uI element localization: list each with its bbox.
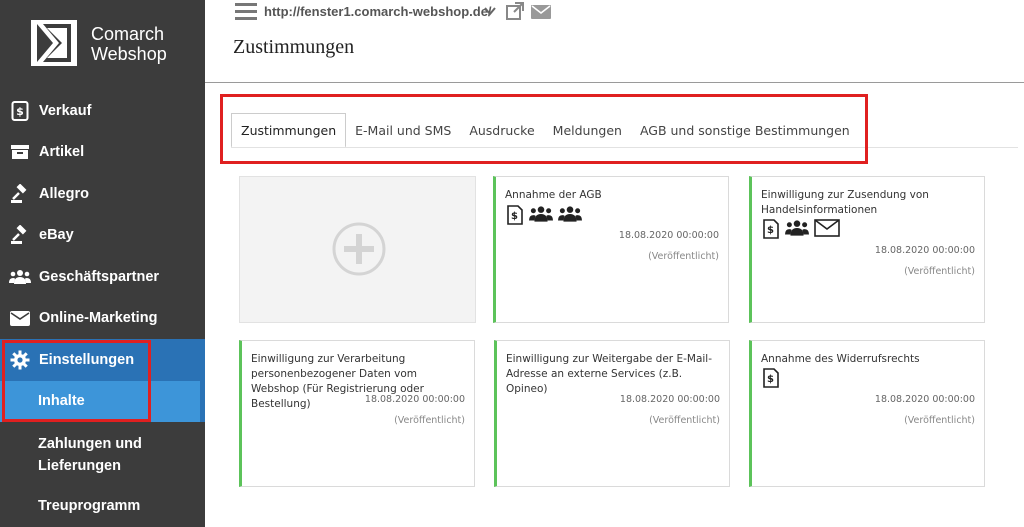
consent-card-icons: $	[762, 368, 780, 388]
comarch-logo-icon	[31, 20, 77, 66]
page-title: Zustimmungen	[233, 36, 355, 58]
sidebar-subitem-label: Inhalte	[38, 393, 85, 410]
document-icon: $	[507, 205, 523, 225]
sidebar-item-label: Allegro	[39, 185, 89, 202]
tab-ausdrucke[interactable]: Ausdrucke	[460, 113, 543, 148]
sidebar-nav: $ Verkauf Artikel Allegro eBay Geschäfts…	[0, 90, 205, 526]
consent-card-title: Einwilligung zur Weitergabe der E-Mail-A…	[506, 353, 712, 395]
consent-card[interactable]: Einwilligung zur Weitergabe der E-Mail-A…	[494, 340, 730, 487]
consent-card[interactable]: Einwilligung zur Zusendung von Handelsin…	[749, 176, 985, 323]
consent-card-status: (Veröffentlicht)	[904, 415, 975, 426]
consent-card-status: (Veröffentlicht)	[904, 266, 975, 277]
sidebar-subitem-label: Treuprogramm	[38, 497, 141, 514]
consent-card-date: 18.08.2020 00:00:00	[364, 394, 465, 405]
tab-meldungen[interactable]: Meldungen	[544, 113, 631, 148]
consent-card-date: 18.08.2020 00:00:00	[618, 230, 719, 241]
consent-card[interactable]: Annahme der AGB $ 18.08.2020 00:00:00 (V…	[493, 176, 729, 323]
gavel-icon	[9, 224, 31, 246]
tab-zustimmungen[interactable]: Zustimmungen	[231, 113, 347, 148]
consent-card-date: 18.08.2020 00:00:00	[874, 394, 975, 405]
svg-text:$: $	[767, 225, 774, 236]
document-icon: $	[763, 219, 779, 239]
logo-text: Comarch Webshop	[91, 24, 167, 64]
users-icon	[558, 206, 582, 222]
sidebar-item-einstellungen[interactable]: Einstellungen	[0, 339, 205, 381]
header: http://fenster1.comarch-webshop.de/ Zust…	[205, 0, 1024, 83]
sidebar-item-artikel[interactable]: Artikel	[0, 132, 205, 174]
sidebar-subitem-zahlungen[interactable]: Zahlungen und Lieferungen	[0, 422, 205, 485]
gear-icon	[9, 349, 31, 371]
consent-card-title: Einwilligung zur Zusendung von Handelsin…	[761, 189, 929, 216]
consent-card-title: Annahme der AGB	[505, 189, 602, 201]
consent-card-icons: $	[762, 219, 840, 239]
consent-card[interactable]: Annahme des Widerrufsrechts $ 18.08.2020…	[749, 340, 985, 487]
sidebar-item-ebay[interactable]: eBay	[0, 215, 205, 257]
consent-card-icons: $	[506, 205, 582, 225]
logo[interactable]: Comarch Webshop	[0, 0, 205, 88]
tab-bar: Zustimmungen E-Mail und SMS Ausdrucke Me…	[231, 113, 859, 148]
logo-line1: Comarch	[91, 24, 165, 44]
consent-card-status: (Veröffentlicht)	[648, 251, 719, 262]
sidebar-item-label: Geschäftspartner	[39, 268, 160, 285]
chevron-down-icon[interactable]	[483, 4, 497, 18]
sidebar-item-online-marketing[interactable]: Online-Marketing	[0, 298, 205, 340]
sidebar-item-label: Online-Marketing	[39, 310, 158, 327]
sidebar-item-geschaeftspartner[interactable]: Geschäftspartner	[0, 256, 205, 298]
sidebar-item-label: Verkauf	[39, 102, 92, 119]
hamburger-menu-icon[interactable]	[235, 3, 257, 21]
sidebar-subitem-treuprogramm[interactable]: Treuprogramm	[0, 485, 205, 526]
envelope-icon[interactable]	[531, 4, 551, 20]
sidebar-active-edge	[200, 340, 205, 422]
sidebar-item-label: Einstellungen	[39, 351, 135, 368]
users-icon	[9, 266, 31, 288]
svg-text:$: $	[16, 105, 24, 118]
tab-divider	[231, 147, 1018, 148]
sidebar-subitem-inhalte[interactable]: Inhalte	[0, 380, 205, 422]
envelope-icon	[814, 219, 840, 237]
sidebar-item-allegro[interactable]: Allegro	[0, 173, 205, 215]
svg-text:$: $	[767, 374, 774, 385]
plus-circle-icon	[332, 222, 386, 276]
users-icon	[785, 220, 809, 236]
invoice-icon: $	[9, 100, 31, 122]
consent-card-date: 18.08.2020 00:00:00	[619, 394, 720, 405]
external-link-icon[interactable]	[506, 2, 524, 20]
tab-agb[interactable]: AGB und sonstige Bestimmungen	[631, 113, 859, 148]
consent-card[interactable]: Einwilligung zur Verarbeitung personenbe…	[239, 340, 475, 487]
tab-email-sms[interactable]: E-Mail und SMS	[346, 113, 460, 148]
logo-line2: Webshop	[91, 44, 167, 64]
gavel-icon	[9, 183, 31, 205]
sidebar-subitem-label: Zahlungen und Lieferungen	[38, 436, 142, 474]
box-icon	[9, 141, 31, 163]
users-icon	[529, 206, 553, 222]
envelope-icon	[9, 307, 31, 329]
consent-card-date: 18.08.2020 00:00:00	[874, 245, 975, 256]
consent-card-status: (Veröffentlicht)	[649, 415, 720, 426]
sidebar-item-label: Artikel	[39, 144, 85, 161]
consent-card-title: Annahme des Widerrufsrechts	[761, 353, 920, 365]
sidebar: Comarch Webshop $ Verkauf Artikel Allegr…	[0, 0, 205, 527]
add-consent-card[interactable]	[239, 176, 476, 323]
sidebar-item-verkauf[interactable]: $ Verkauf	[0, 90, 205, 132]
svg-text:$: $	[511, 211, 518, 222]
consent-card-status: (Veröffentlicht)	[394, 415, 465, 426]
document-icon: $	[763, 368, 779, 388]
shop-url-link[interactable]: http://fenster1.comarch-webshop.de/	[264, 4, 492, 19]
sidebar-item-label: eBay	[39, 227, 74, 244]
